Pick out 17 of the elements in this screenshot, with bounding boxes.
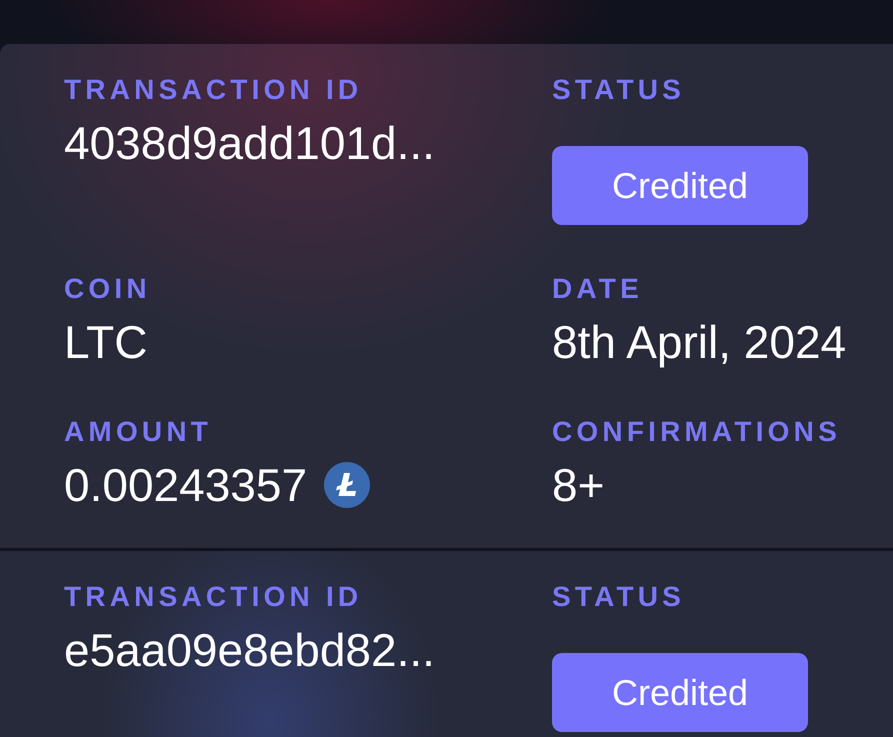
field-label: STATUS — [552, 74, 686, 106]
field-value: 4038d9add101d... — [64, 117, 435, 169]
field-value: e5aa09e8ebd82... — [64, 624, 435, 676]
field-value: LTC — [64, 316, 148, 368]
field-label: CONFIRMATIONS — [552, 416, 841, 448]
field-value: 0.00243357 — [64, 459, 308, 511]
field-label: TRANSACTION ID — [64, 74, 362, 106]
field-value: 8+ — [552, 459, 604, 511]
field-label: AMOUNT — [64, 416, 212, 448]
coin-icon — [324, 462, 370, 508]
status-badge: Credited — [552, 146, 808, 225]
status-badge: Credited — [552, 653, 808, 732]
field-value: 8th April, 2024 — [552, 316, 846, 368]
field-label: TRANSACTION ID — [64, 581, 362, 613]
field-label: COIN — [64, 273, 151, 305]
field-label: STATUS — [552, 581, 686, 613]
field-label: DATE — [552, 273, 643, 305]
